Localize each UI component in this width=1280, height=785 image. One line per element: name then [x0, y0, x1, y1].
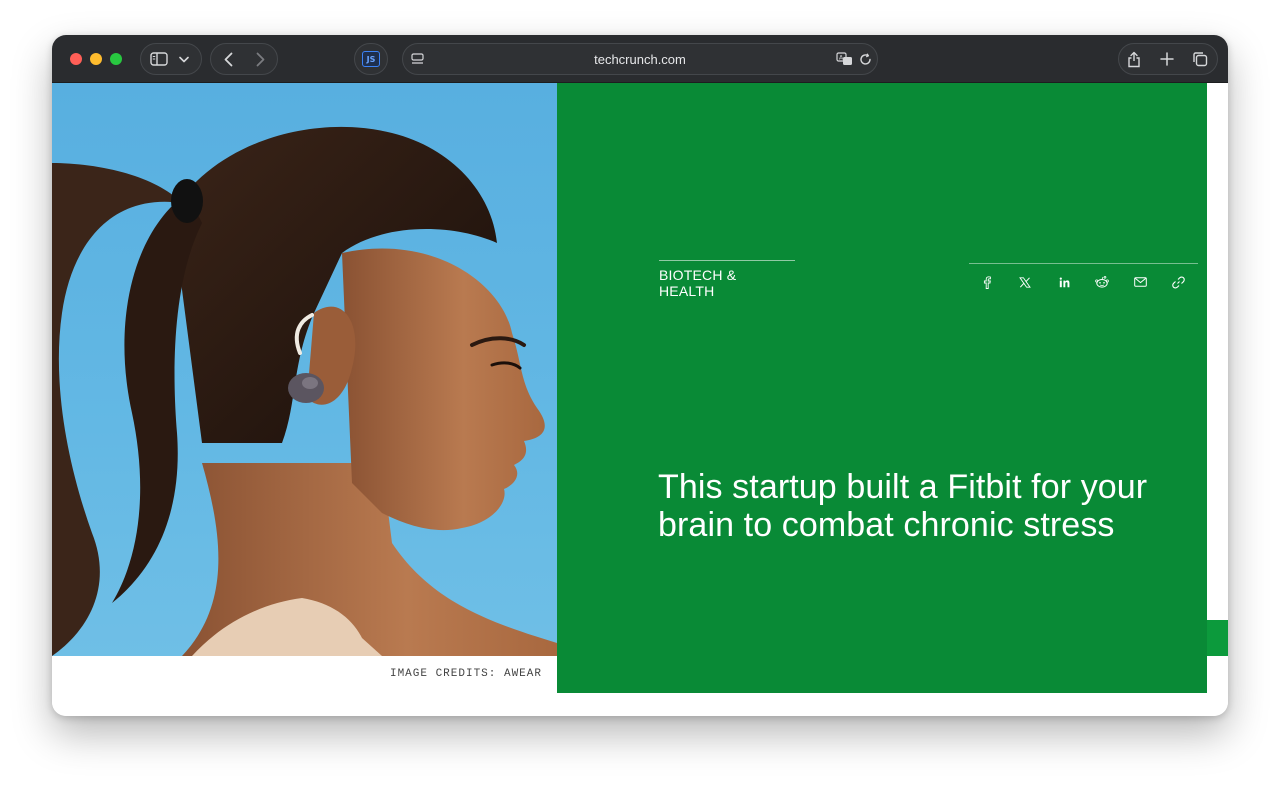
zoom-window-button[interactable] [110, 53, 122, 65]
email-icon[interactable] [1131, 273, 1149, 291]
tab-overview-icon[interactable] [1191, 50, 1209, 68]
minimize-window-button[interactable] [90, 53, 102, 65]
article-headline: This startup built a Fitbit for your bra… [658, 468, 1148, 544]
hero-image [52, 83, 557, 656]
share-icon[interactable] [1125, 49, 1143, 69]
browser-window: JS techcrunch.com A IMAGE CREDITS: AWEAR… [52, 35, 1228, 716]
share-divider [969, 263, 1198, 264]
linkedin-icon[interactable] [1055, 273, 1073, 291]
translate-icon[interactable]: A [835, 51, 855, 67]
category-link[interactable]: BIOTECH & HEALTH [659, 260, 795, 299]
reddit-icon[interactable] [1093, 273, 1111, 291]
page-content: IMAGE CREDITS: AWEAR BIOTECH & HEALTH Th… [52, 83, 1228, 716]
link-icon[interactable] [1169, 273, 1187, 291]
x-icon[interactable] [1016, 273, 1034, 291]
js-extension-icon[interactable]: JS [362, 51, 380, 67]
close-window-button[interactable] [70, 53, 82, 65]
article-header-panel: BIOTECH & HEALTH This startup built a Fi… [557, 83, 1207, 693]
forward-icon[interactable] [251, 50, 269, 68]
reload-icon[interactable] [857, 51, 873, 67]
green-accent-block [1207, 620, 1228, 656]
new-tab-icon[interactable] [1158, 50, 1176, 68]
image-credit: IMAGE CREDITS: AWEAR [389, 668, 542, 680]
url-text[interactable]: techcrunch.com [402, 43, 878, 75]
chevron-down-icon[interactable] [177, 52, 191, 66]
back-icon[interactable] [219, 50, 237, 68]
hero-image-illustration [52, 126, 557, 656]
sidebar-icon[interactable] [149, 50, 169, 68]
facebook-icon[interactable] [978, 273, 996, 291]
browser-toolbar: JS techcrunch.com A [52, 35, 1228, 83]
